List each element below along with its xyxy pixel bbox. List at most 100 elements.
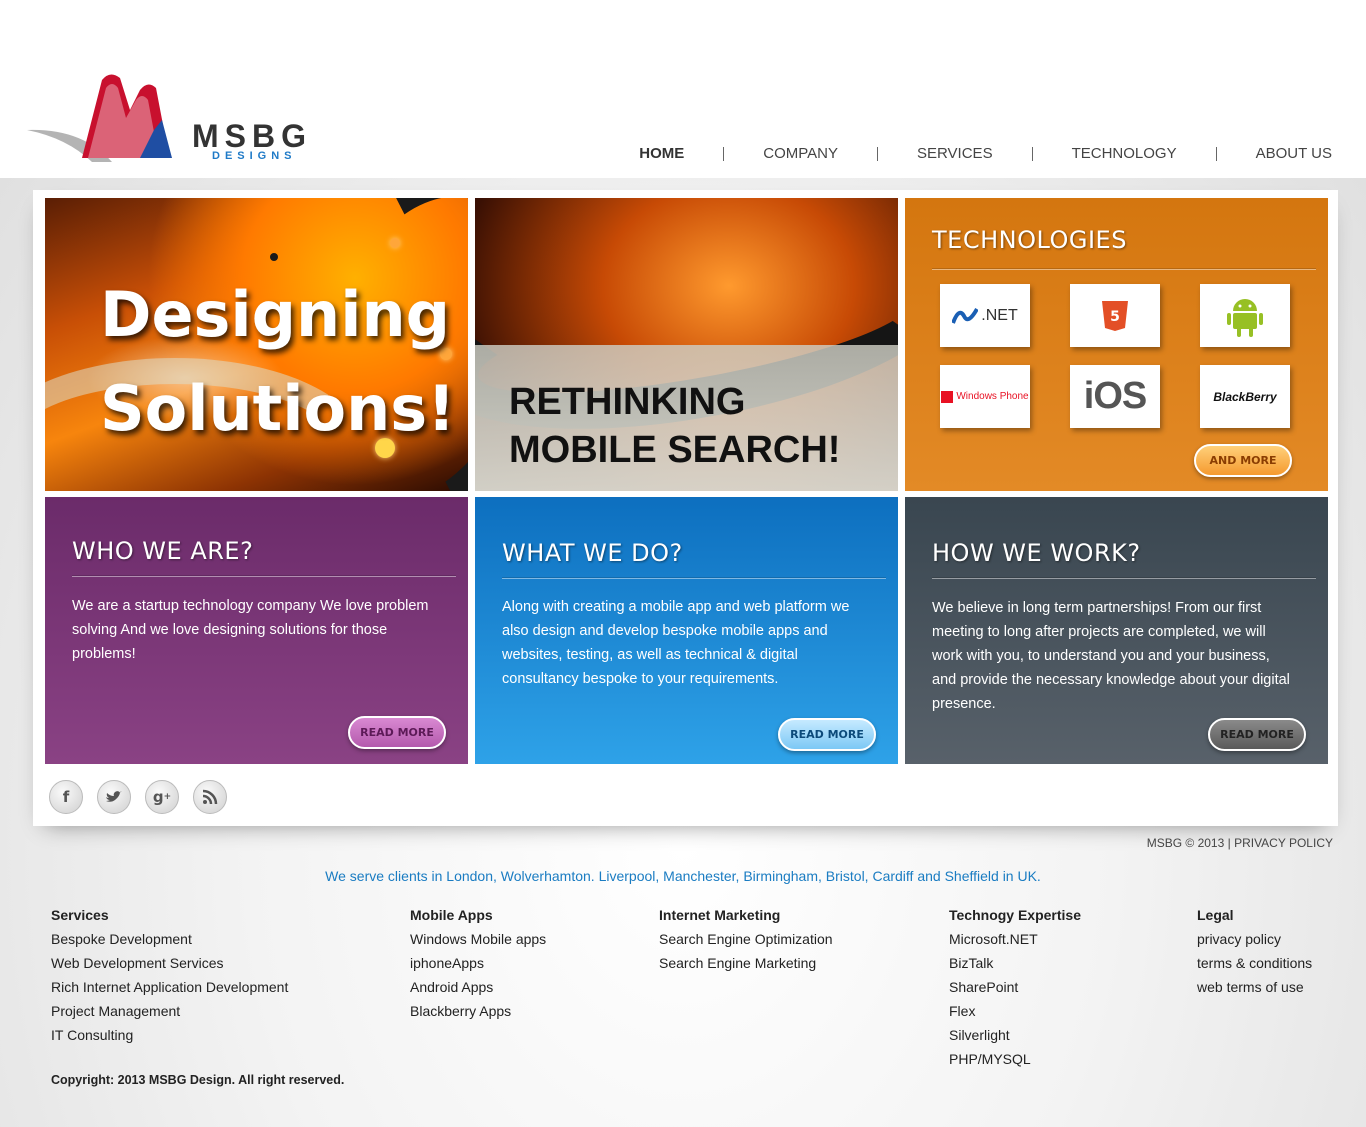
footer-link[interactable]: Bespoke Development <box>51 927 288 951</box>
footer-link[interactable]: Project Management <box>51 999 288 1023</box>
tech-label: BlackBerry <box>1213 389 1277 404</box>
windows-phone-logo[interactable]: Windows Phone <box>940 365 1030 428</box>
nav-services[interactable]: SERVICES <box>917 145 993 162</box>
header: MSBG DESIGNS HOME COMPANY SERVICES TECHN… <box>0 0 1366 178</box>
divider <box>502 578 886 579</box>
headline-line: Solutions! <box>100 372 456 445</box>
tech-label: .NET <box>981 306 1018 324</box>
footer-column-services: Services Bespoke Development Web Develop… <box>51 903 288 1047</box>
footer-column-heading: Technogy Expertise <box>949 907 1082 923</box>
tile-title: WHAT WE DO? <box>502 539 683 567</box>
tile-body: Along with creating a mobile app and web… <box>502 599 850 687</box>
footer-column-internet-marketing: Internet Marketing Search Engine Optimiz… <box>659 903 833 975</box>
logo-subtitle: DESIGNS <box>212 150 297 162</box>
logo-mark-icon <box>27 74 172 162</box>
tile-body: We believe in long term partnerships! Fr… <box>932 600 1290 712</box>
footer-link[interactable]: PHP/MYSQL <box>949 1047 1081 1071</box>
android-robot-icon <box>1227 298 1263 337</box>
footer-column-mobile-apps: Mobile Apps Windows Mobile apps iphoneAp… <box>410 903 546 1023</box>
footer-column-heading: Legal <box>1197 907 1234 923</box>
divider <box>932 269 1316 270</box>
footer-link[interactable]: SharePoint <box>949 975 1081 999</box>
footer-column-legal: Legal privacy policy terms & conditions … <box>1197 903 1312 999</box>
tile-body: We are a startup technology company We l… <box>72 598 429 662</box>
footer-link[interactable]: Flex <box>949 999 1081 1023</box>
and-more-button[interactable]: AND MORE <box>1194 444 1292 477</box>
footer-link[interactable]: Rich Internet Application Development <box>51 975 288 999</box>
banner-rethinking-mobile-search[interactable]: RETHINKING MOBILE SEARCH! <box>475 198 898 491</box>
rss-feed-icon <box>202 789 218 805</box>
google-plus-icon[interactable]: g + <box>145 780 179 814</box>
banner-headline: Designing Solutions! <box>100 268 460 456</box>
tile-title: WHO WE ARE? <box>72 537 254 565</box>
main-nav: HOME COMPANY SERVICES TECHNOLOGY ABOUT U… <box>639 145 1332 162</box>
dotnet-logo[interactable]: .NET <box>940 284 1030 347</box>
nav-divider <box>876 146 878 161</box>
nav-home[interactable]: HOME <box>639 145 684 162</box>
footer-column-technology-expertise: Technogy Expertise Microsoft.NET BizTalk… <box>949 903 1081 1071</box>
glow-dot <box>270 253 278 261</box>
tile-title: HOW WE WORK? <box>932 539 1141 567</box>
what-we-do-tile: WHAT WE DO? Along with creating a mobile… <box>475 497 898 764</box>
nav-divider <box>1215 146 1217 161</box>
who-we-are-tile: WHO WE ARE? We are a startup technology … <box>45 497 468 764</box>
html5-logo[interactable]: 5 <box>1070 284 1160 347</box>
svg-text:5: 5 <box>1110 309 1120 325</box>
read-more-button[interactable]: READ MORE <box>778 718 876 751</box>
footer-column-heading: Services <box>51 907 109 923</box>
footer-link[interactable]: web terms of use <box>1197 975 1312 999</box>
tech-label: Windows Phone <box>956 391 1029 402</box>
footer-link[interactable]: Blackberry Apps <box>410 999 546 1023</box>
twitter-icon[interactable] <box>97 780 131 814</box>
nav-divider <box>1031 146 1033 161</box>
footer-link[interactable]: Silverlight <box>949 1023 1081 1047</box>
tile-title: TECHNOLOGIES <box>932 226 1127 254</box>
footer-link[interactable]: Search Engine Optimization <box>659 927 833 951</box>
social-links: f g + <box>49 780 227 814</box>
footer-link[interactable]: Windows Mobile apps <box>410 927 546 951</box>
headline-line: MOBILE SEARCH! <box>509 429 841 471</box>
service-areas: We serve clients in London, Wolverhamton… <box>325 868 1041 884</box>
nav-technology[interactable]: TECHNOLOGY <box>1072 145 1177 162</box>
technologies-tile: TECHNOLOGIES .NET 5 Windows Phone iOS Bl… <box>905 198 1328 491</box>
footer-link[interactable]: Microsoft.NET <box>949 927 1081 951</box>
how-we-work-tile: HOW WE WORK? We believe in long term par… <box>905 497 1328 764</box>
nav-divider <box>723 146 725 161</box>
html5-shield-icon: 5 <box>1102 300 1128 331</box>
footer-link[interactable]: privacy policy <box>1197 927 1312 951</box>
glow-dot <box>390 238 400 248</box>
divider <box>932 578 1316 579</box>
footer-link[interactable]: Search Engine Marketing <box>659 951 833 975</box>
footer-column-heading: Mobile Apps <box>410 907 493 923</box>
twitter-bird-icon <box>106 791 122 802</box>
footer-top-copyright[interactable]: MSBG © 2013 | PRIVACY POLICY <box>1147 836 1333 850</box>
footer-link[interactable]: terms & conditions <box>1197 951 1312 975</box>
read-more-button[interactable]: READ MORE <box>1208 718 1306 751</box>
footer-link[interactable]: IT Consulting <box>51 1023 288 1047</box>
headline-line: RETHINKING <box>509 381 746 423</box>
windows-icon <box>941 390 954 403</box>
android-logo[interactable] <box>1200 284 1290 347</box>
read-more-button[interactable]: READ MORE <box>348 716 446 749</box>
ios-logo[interactable]: iOS <box>1070 365 1160 428</box>
copyright-text: Copyright: 2013 MSBG Design. All right r… <box>51 1073 345 1087</box>
banner-designing-solutions[interactable]: Designing Solutions! <box>45 198 468 491</box>
nav-company[interactable]: COMPANY <box>763 145 838 162</box>
divider <box>72 576 456 577</box>
footer-link[interactable]: Android Apps <box>410 975 546 999</box>
footer-column-heading: Internet Marketing <box>659 907 781 923</box>
headline-line: Designing <box>100 278 450 351</box>
footer-link[interactable]: Web Development Services <box>51 951 288 975</box>
footer-link[interactable]: iphoneApps <box>410 951 546 975</box>
dotnet-wave-icon <box>952 307 979 324</box>
nav-about-us[interactable]: ABOUT US <box>1256 145 1332 162</box>
blackberry-logo[interactable]: BlackBerry <box>1200 365 1290 428</box>
banner-headline: RETHINKING MOBILE SEARCH! <box>509 378 840 474</box>
content-panel: Designing Solutions! RETHINKING MOBILE S… <box>33 190 1338 826</box>
msbg-logo[interactable]: MSBG DESIGNS <box>22 70 312 170</box>
facebook-icon[interactable]: f <box>49 780 83 814</box>
rss-icon[interactable] <box>193 780 227 814</box>
tech-label: iOS <box>1083 375 1147 417</box>
technology-logo-grid: .NET 5 Windows Phone iOS BlackBerry <box>940 284 1290 428</box>
footer-link[interactable]: BizTalk <box>949 951 1081 975</box>
